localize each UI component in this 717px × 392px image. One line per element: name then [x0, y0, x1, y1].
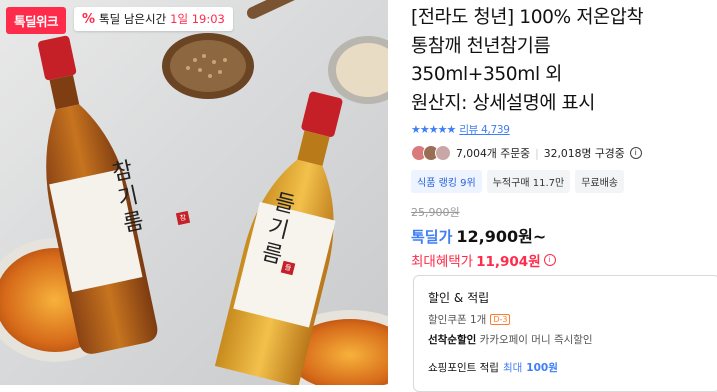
- points-row: 쇼핑포인트 적립 최대 100원: [428, 360, 558, 375]
- left-bottle-seal: 참: [175, 210, 191, 226]
- review-link[interactable]: 리뷰 4,739: [459, 122, 510, 137]
- title-line: 원산지: 상세설명에 표시: [411, 92, 595, 114]
- title-line: 350ml+350ml 외: [411, 64, 562, 85]
- info-icon[interactable]: i: [629, 147, 642, 159]
- points-max-label: 최대: [502, 362, 523, 374]
- product-photo-illustration: [0, 0, 388, 385]
- title-line: [전라도 청년] 100% 저온압착: [411, 7, 644, 28]
- coupon-dday-badge: D-3: [490, 314, 511, 325]
- discount-header: 할인 & 적립: [428, 291, 490, 305]
- divider: |: [535, 146, 539, 160]
- pay-discount-label: 선착순할인: [428, 334, 477, 346]
- title-line: 통참깨 천년참기름: [411, 35, 551, 57]
- coupon-row: 할인쿠폰 1개 D-3: [428, 312, 511, 327]
- ranking-tag[interactable]: 식품 랭킹 9위: [411, 170, 482, 193]
- percent-icon: %: [82, 11, 96, 27]
- deal-price-value: 12,900원~: [456, 227, 547, 246]
- info-icon[interactable]: i: [543, 254, 556, 266]
- product-image[interactable]: 참기름 들기름 참 들 톡딜위크 % 톡딜 남은시간 1일 19:03: [0, 0, 388, 385]
- coupon-label: 할인쿠폰 1개: [428, 314, 487, 326]
- points-label: 쇼핑포인트 적립: [428, 362, 499, 374]
- avatar: [435, 145, 451, 161]
- max-benefit-value: 11,904원: [476, 254, 541, 270]
- pay-discount-text: 카카오페이 머니 즉시할인: [479, 334, 593, 346]
- orders-count: 7,004개 주문중: [456, 147, 531, 160]
- star-rating-icon: ★★★★★: [411, 123, 456, 136]
- pay-discount-row: 선착순할인 카카오페이 머니 즉시할인: [428, 332, 593, 347]
- rating-row: ★★★★★ 리뷰 4,739: [411, 122, 510, 137]
- cumulative-purchase-tag: 누적구매 11.7만: [486, 170, 571, 193]
- deal-timer: % 톡딜 남은시간 1일 19:03: [74, 7, 233, 31]
- product-tags: 식품 랭킹 9위 누적구매 11.7만 무료배송: [411, 170, 624, 193]
- deal-price-row: 톡딜가 12,900원~: [411, 223, 546, 247]
- max-benefit-row: 최대혜택가 11,904원 i: [411, 250, 556, 270]
- max-benefit-label: 최대혜택가: [411, 254, 474, 270]
- timer-label: 톡딜 남은시간: [99, 12, 167, 26]
- discount-panel[interactable]: 할인 & 적립 할인쿠폰 1개 D-3 선착순할인 카카오페이 머니 즉시할인 …: [413, 275, 717, 392]
- product-title: [전라도 청년] 100% 저온압착 통참깨 천년참기름 350ml+350ml…: [411, 4, 711, 118]
- timer-value: 1일 19:03: [170, 12, 225, 26]
- buyer-stats: 7,004개 주문중 | 32,018명 구경중 i: [411, 145, 642, 161]
- talkdeal-week-badge: 톡딜위크: [6, 7, 67, 34]
- points-value: 100원: [526, 362, 558, 374]
- product-info: [전라도 청년] 100% 저온압착 통참깨 천년참기름 350ml+350ml…: [411, 0, 717, 392]
- free-shipping-tag: 무료배송: [575, 170, 624, 193]
- buyer-avatars: [411, 145, 451, 161]
- original-price: 25,900원: [411, 206, 460, 219]
- deal-price-label: 톡딜가: [411, 228, 453, 246]
- viewers-count: 32,018명 구경중: [543, 147, 625, 160]
